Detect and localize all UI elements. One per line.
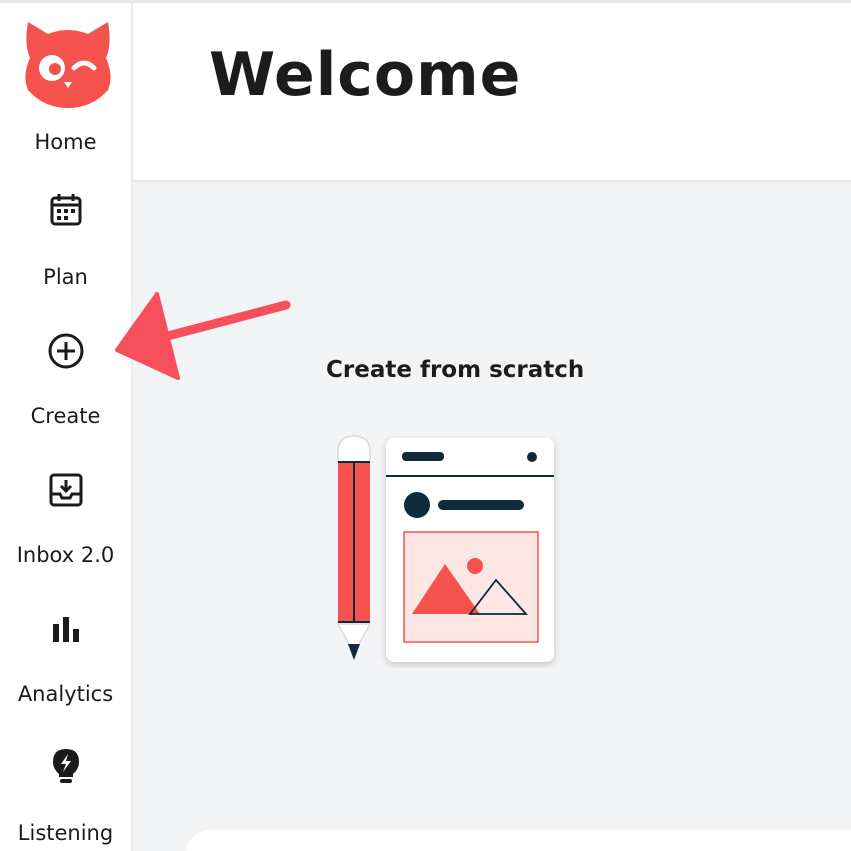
sidebar-nav: Home Plan Create Inbox 2.0 Analytics Lis… [0, 3, 133, 851]
bar-chart-icon [53, 617, 79, 642]
sidebar-item-label: Inbox 2.0 [16, 543, 115, 567]
lightbulb-icon [53, 749, 79, 783]
sidebar-item-home[interactable]: Home [0, 3, 131, 173]
sidebar-item-label: Listening [17, 821, 114, 845]
calendar-icon [50, 194, 82, 226]
sidebar-item-label: Plan [43, 265, 88, 289]
page-header: Welcome [133, 3, 851, 182]
create-from-scratch-title[interactable]: Create from scratch [326, 357, 584, 383]
plus-circle-icon [48, 333, 84, 369]
sidebar-item-listening[interactable]: Listening [0, 738, 131, 851]
sidebar-item-label: Analytics [17, 682, 114, 706]
sidebar-item-inbox[interactable]: Inbox 2.0 [0, 461, 131, 586]
owl-logo-icon [25, 22, 111, 108]
red-arrow-pointer-icon [115, 292, 291, 380]
page-title: Welcome [209, 40, 522, 110]
inbox-icon [49, 473, 83, 507]
pencil-and-post-illustration[interactable] [330, 432, 562, 668]
sidebar-item-analytics[interactable]: Analytics [0, 600, 131, 725]
bottom-card [186, 830, 851, 851]
sidebar-item-label: Create [30, 404, 101, 428]
app-window: Home Plan Create Inbox 2.0 Analytics Lis… [0, 0, 851, 851]
sidebar-item-label: Home [34, 130, 97, 154]
